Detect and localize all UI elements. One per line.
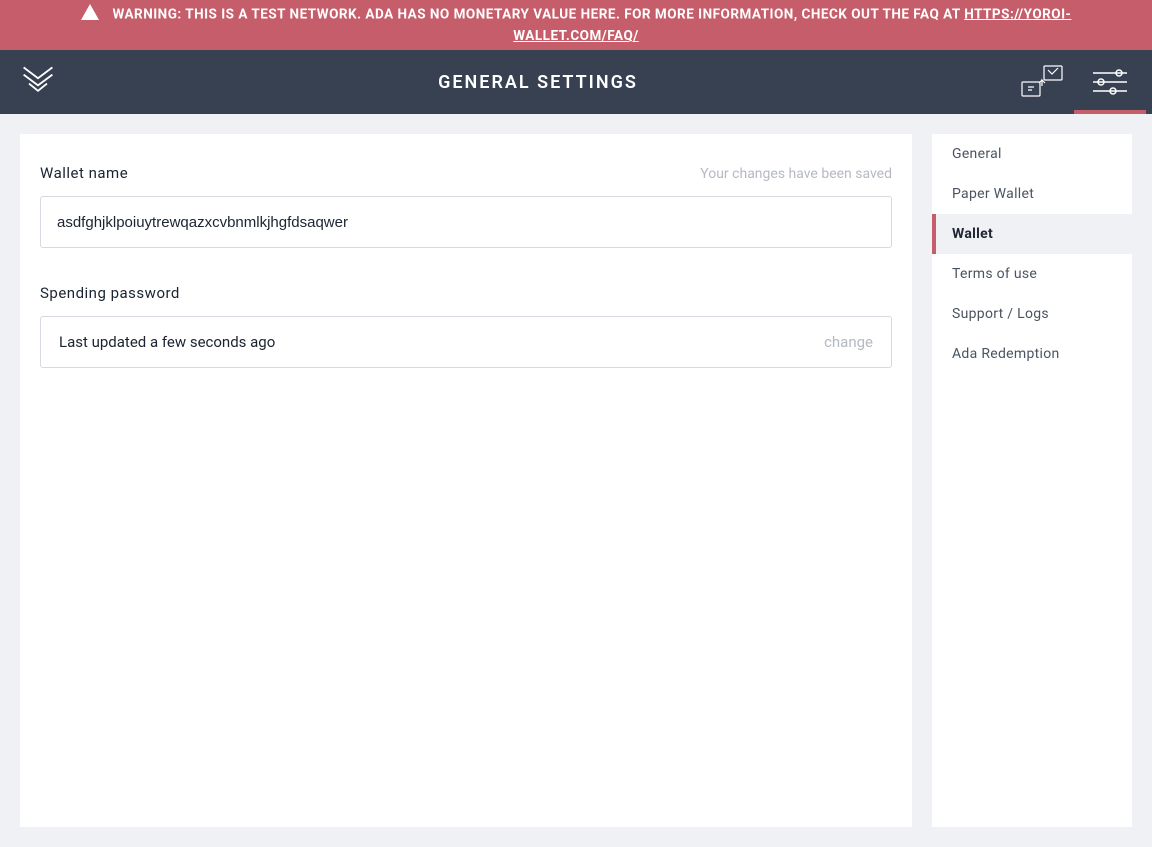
sidebar-item-ada-redemption[interactable]: Ada Redemption	[932, 334, 1132, 374]
wallet-name-input[interactable]	[40, 196, 892, 248]
password-last-updated: Last updated a few seconds ago	[59, 333, 275, 351]
sidebar-item-label: General	[952, 146, 1002, 162]
spending-password-label: Spending password	[40, 284, 180, 302]
sidebar-item-support-logs[interactable]: Support / Logs	[932, 294, 1132, 334]
settings-main-panel: Wallet name Your changes have been saved…	[20, 134, 912, 827]
test-network-warning-banner: WARNING: THIS IS A TEST NETWORK. ADA HAS…	[0, 0, 1152, 50]
sidebar-item-paper-wallet[interactable]: Paper Wallet	[932, 174, 1132, 214]
yoroi-logo-icon[interactable]	[20, 62, 56, 102]
sidebar-item-terms-of-use[interactable]: Terms of use	[932, 254, 1132, 294]
sidebar-item-label: Wallet	[952, 226, 993, 242]
settings-sidebar: General Paper Wallet Wallet Terms of use…	[932, 134, 1132, 827]
sidebar-item-label: Ada Redemption	[952, 346, 1060, 362]
warning-text: WARNING: THIS IS A TEST NETWORK. ADA HAS…	[112, 6, 964, 22]
sidebar-item-wallet[interactable]: Wallet	[932, 214, 1132, 254]
change-password-link[interactable]: change	[824, 333, 873, 351]
app-header: GENERAL SETTINGS	[0, 50, 1152, 114]
sidebar-item-label: Terms of use	[952, 266, 1037, 282]
sidebar-item-general[interactable]: General	[932, 134, 1132, 174]
wallet-name-label: Wallet name	[40, 164, 128, 182]
page-title: GENERAL SETTINGS	[56, 72, 1020, 93]
wallet-transfer-icon[interactable]	[1020, 60, 1064, 104]
sidebar-item-label: Support / Logs	[952, 306, 1049, 322]
spending-password-box: Last updated a few seconds ago change	[40, 316, 892, 368]
saved-hint: Your changes have been saved	[700, 166, 892, 182]
warning-triangle-icon	[81, 4, 99, 26]
settings-sliders-icon[interactable]	[1088, 60, 1132, 104]
sidebar-item-label: Paper Wallet	[952, 186, 1034, 202]
